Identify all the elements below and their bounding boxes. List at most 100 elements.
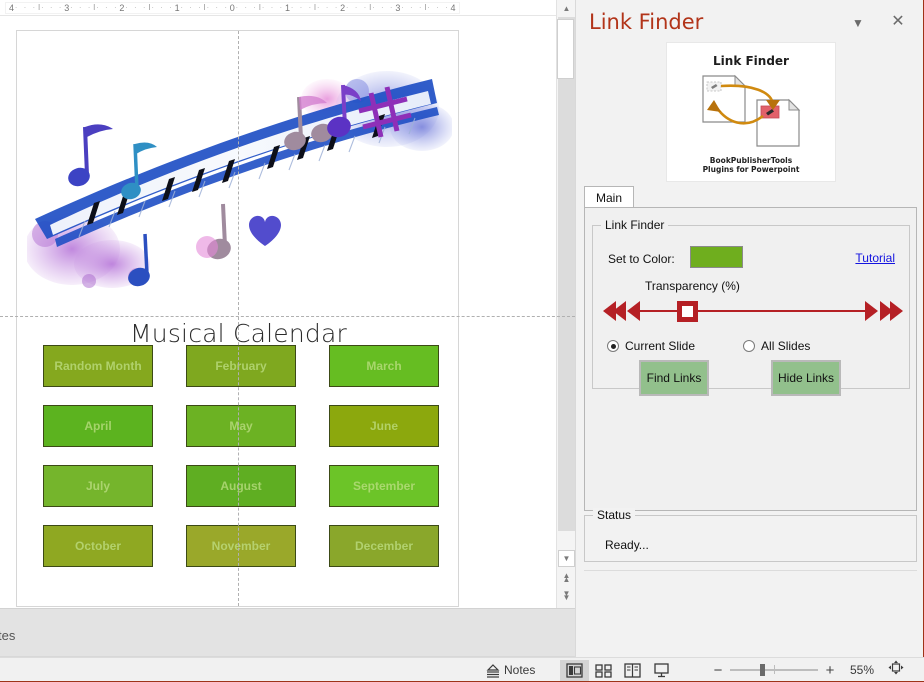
color-swatch-button[interactable] [690, 246, 743, 268]
vertical-guide [238, 31, 239, 606]
ruler-tick-1l: 1 [175, 2, 180, 14]
find-links-button[interactable]: Find Links [639, 360, 709, 396]
ruler-dots: · · · [125, 2, 147, 14]
slider-step-right-icon[interactable] [865, 301, 878, 321]
month-label: June [370, 419, 398, 433]
month-box[interactable]: August [186, 465, 296, 507]
fit-slide-to-window-button[interactable] [888, 660, 904, 680]
next-slide-button[interactable]: ▼▼ [558, 587, 575, 604]
month-label: November [212, 539, 271, 553]
month-box[interactable]: September [329, 465, 439, 507]
radio-all-slides-label: All Slides [761, 339, 810, 353]
month-box[interactable]: March [329, 345, 439, 387]
previous-slide-button[interactable]: ▲▲ [558, 569, 575, 586]
zoom-in-button[interactable]: + [824, 662, 836, 679]
slide-sorter-view-button[interactable] [589, 660, 618, 681]
scrollbar-thumb[interactable] [557, 19, 574, 79]
normal-view-button[interactable] [560, 660, 589, 681]
month-box[interactable]: Random Month [43, 345, 153, 387]
logo-artwork [687, 70, 817, 153]
slider-step-left-icon[interactable] [627, 301, 640, 321]
normal-view-icon [566, 663, 583, 678]
ruler-dots: · · · [96, 2, 118, 14]
watercolor-piano-artwork[interactable] [27, 49, 452, 299]
tutorial-link[interactable]: Tutorial [855, 251, 895, 265]
ruler-tick-2l: 2 [119, 2, 124, 14]
ruler-tick-3l: 3 [64, 2, 69, 14]
task-pane-title: Link Finder [589, 10, 703, 34]
double-down-arrow-icon: ▼▼ [563, 592, 571, 600]
ruler-tick-4l: 4 [9, 2, 14, 14]
radio-all-slides[interactable]: All Slides [743, 339, 810, 353]
vertical-scrollbar[interactable]: ▲ ▼ ▲▲ ▼▼ [556, 0, 575, 608]
scrollbar-track[interactable] [558, 17, 575, 531]
set-to-color-label: Set to Color: [608, 252, 675, 266]
ruler-tick-2r: 2 [340, 2, 345, 14]
month-box[interactable]: July [43, 465, 153, 507]
chevron-down-icon[interactable]: ▼ [847, 12, 869, 34]
ruler-dots: · · · [401, 2, 423, 14]
ruler-dots: · · · [236, 2, 258, 14]
task-pane-header: Link Finder ▼ ✕ [576, 0, 924, 46]
month-label: August [220, 479, 261, 493]
slider-last-arrow-icon-2[interactable] [890, 301, 903, 321]
horizontal-ruler[interactable]: 4 · · · I · · · 3 · · · I · · · 2 · · · … [0, 0, 575, 16]
transparency-label: Transparency (%) [645, 279, 740, 293]
ruler-halftick: I [38, 2, 40, 14]
logo-footer-line2: Plugins for Powerpoint [667, 165, 835, 174]
zoom-slider-midmark [774, 665, 775, 674]
scroll-up-icon[interactable]: ▲ [558, 0, 575, 17]
reading-view-button[interactable] [618, 660, 647, 681]
tab-strip: Main [584, 186, 917, 208]
logo-title: Link Finder [667, 54, 835, 68]
radio-dot-icon [743, 340, 755, 352]
ruler-tick-4r: 4 [451, 2, 456, 14]
tab-main[interactable]: Main [584, 186, 634, 208]
notes-toggle-button[interactable]: Notes [485, 663, 535, 678]
slider-handle[interactable] [677, 301, 698, 322]
ruler-dots: · · · [151, 2, 173, 14]
transparency-slider[interactable] [599, 296, 904, 326]
hide-links-button[interactable]: Hide Links [771, 360, 841, 396]
double-up-arrow-icon: ▲▲ [563, 574, 571, 582]
radio-current-slide[interactable]: Current Slide [607, 339, 695, 353]
month-box[interactable]: May [186, 405, 296, 447]
zoom-percent-label[interactable]: 55% [842, 663, 874, 677]
horizontal-guide-outer [0, 316, 575, 317]
slideshow-view-button[interactable] [647, 660, 676, 681]
month-label: July [86, 479, 110, 493]
month-box[interactable]: February [186, 345, 296, 387]
month-box[interactable]: December [329, 525, 439, 567]
month-label: May [229, 419, 252, 433]
slide-editor-area: 4 · · · I · · · 3 · · · I · · · 2 · · · … [0, 0, 575, 682]
notes-pane[interactable] [0, 608, 575, 656]
link-finder-groupbox-legend: Link Finder [601, 218, 668, 232]
logo-footer-line1: BookPublisherTools [667, 156, 835, 165]
slide-sorter-icon [595, 663, 612, 678]
view-buttons-group [560, 660, 676, 681]
zoom-slider[interactable] [730, 664, 818, 676]
month-label: September [353, 479, 415, 493]
ruler-tick-0: 0 [230, 2, 235, 14]
month-label: April [84, 419, 111, 433]
plugin-logo-card: Link Finder BookPublisherTools Plugins f… [666, 42, 836, 182]
ruler-dots: · · · [207, 2, 229, 14]
zoom-out-button[interactable]: − [712, 662, 724, 679]
month-box[interactable]: April [43, 405, 153, 447]
radio-dot-icon [607, 340, 619, 352]
month-box[interactable]: October [43, 525, 153, 567]
pane-divider [584, 570, 917, 571]
month-label: December [355, 539, 413, 553]
zoom-slider-handle[interactable] [760, 664, 765, 676]
scroll-down-icon[interactable]: ▼ [558, 550, 575, 567]
zoom-controls: − + 55% [712, 660, 904, 680]
tab-main-label: Main [596, 191, 622, 205]
close-icon[interactable]: ✕ [887, 10, 909, 32]
slider-first-arrow-icon-2[interactable] [613, 301, 626, 321]
status-groupbox: Status Ready... [584, 515, 917, 562]
month-box[interactable]: November [186, 525, 296, 567]
month-box[interactable]: June [329, 405, 439, 447]
month-grid: Random Month February March April May Ju… [43, 345, 438, 567]
slide-canvas[interactable]: Musical Calendar Random Month February M… [16, 30, 459, 607]
ruler-track[interactable]: 4 · · · I · · · 3 · · · I · · · 2 · · · … [5, 2, 460, 14]
